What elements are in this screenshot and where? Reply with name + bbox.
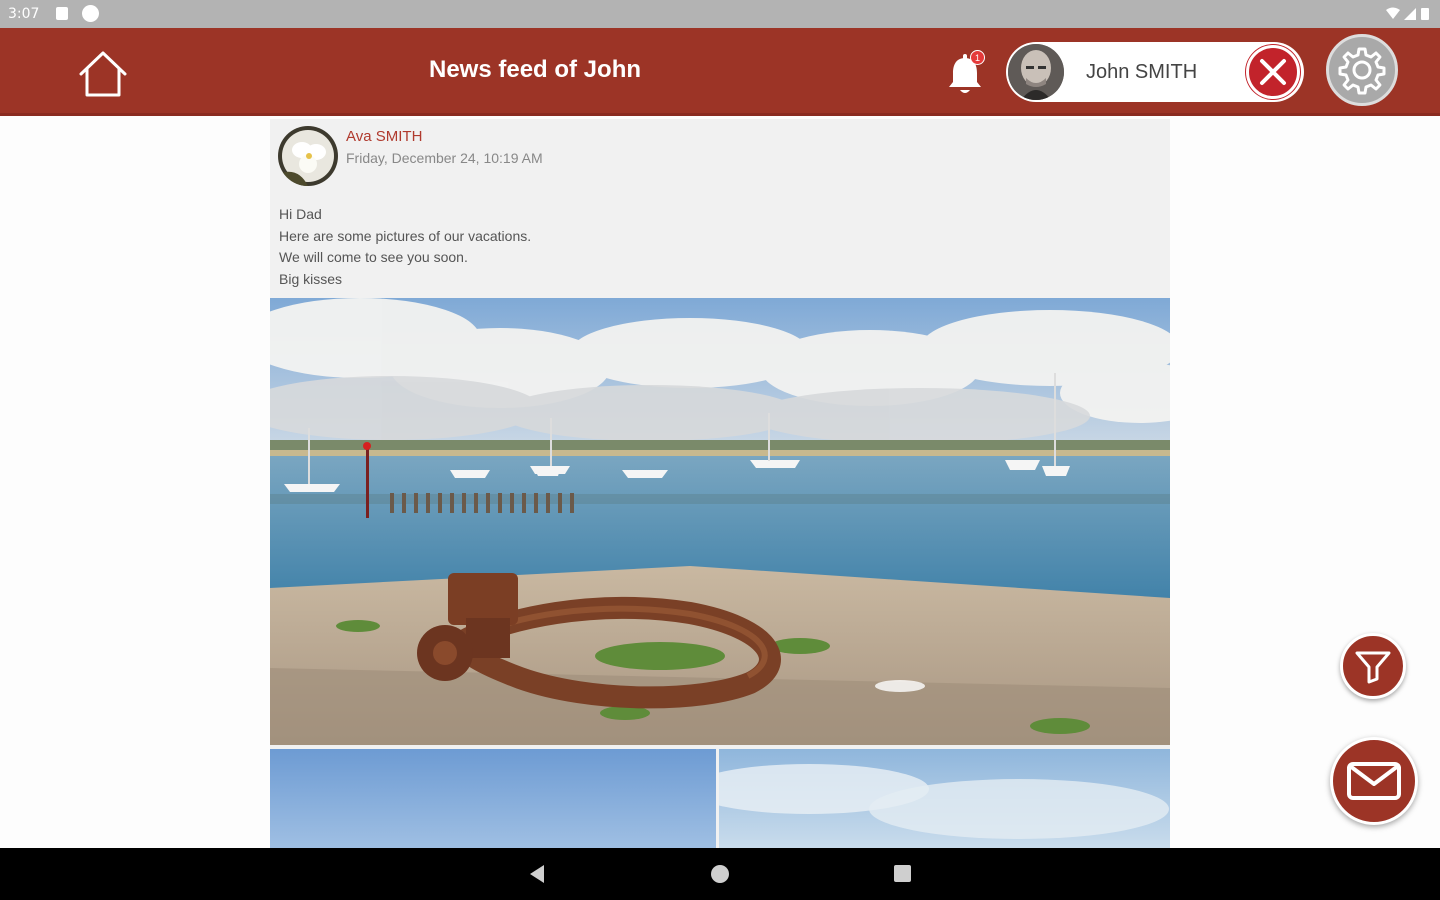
post-line: Hi Dad bbox=[279, 206, 322, 222]
user-name: John SMITH bbox=[1086, 61, 1198, 83]
system-status-icons bbox=[1386, 7, 1429, 20]
post-line: Big kisses bbox=[279, 271, 343, 288]
close-icon bbox=[1260, 59, 1286, 85]
notification-app-icon bbox=[56, 7, 68, 20]
page-title: News feed of John bbox=[428, 56, 642, 83]
notification-app-icon-2 bbox=[82, 5, 99, 22]
post-photo-2[interactable] bbox=[270, 749, 716, 848]
status-time: 3:07 bbox=[8, 6, 40, 22]
post-photo-3[interactable] bbox=[719, 749, 1170, 848]
home-icon bbox=[79, 51, 127, 97]
status-bar: 3:07 bbox=[0, 0, 1440, 28]
compose-message-button[interactable] bbox=[1330, 737, 1418, 825]
gear-icon bbox=[1338, 47, 1386, 95]
post-message: Hi Dad Here are some pictures of our vac… bbox=[279, 204, 531, 291]
mail-icon bbox=[1347, 762, 1401, 800]
author-avatar[interactable] bbox=[278, 126, 338, 186]
filter-icon bbox=[1355, 651, 1391, 684]
settings-button[interactable] bbox=[1326, 34, 1398, 106]
nav-home-icon[interactable] bbox=[711, 865, 729, 883]
notification-badge: 1 bbox=[970, 50, 985, 65]
recent-apps-icon[interactable] bbox=[894, 865, 911, 882]
filter-button[interactable] bbox=[1340, 633, 1406, 699]
back-icon[interactable] bbox=[528, 864, 546, 884]
post-photo-main[interactable] bbox=[270, 298, 1170, 745]
post-timestamp: Friday, December 24, 10:19 AM bbox=[346, 150, 543, 166]
user-avatar bbox=[1008, 44, 1064, 100]
notifications-button[interactable]: 1 bbox=[944, 50, 986, 98]
post-line: We will come to see you soon. bbox=[279, 249, 468, 266]
app-header: News feed of John 1 John SMITH bbox=[0, 28, 1440, 116]
home-button[interactable] bbox=[76, 48, 130, 100]
current-user-pill: John SMITH bbox=[1006, 42, 1304, 102]
system-nav-bar bbox=[0, 848, 1440, 900]
close-user-button[interactable] bbox=[1246, 45, 1300, 99]
feed-post: Ava SMITH Friday, December 24, 10:19 AM … bbox=[270, 119, 1170, 848]
post-author-name[interactable]: Ava SMITH bbox=[346, 128, 422, 145]
post-line: Here are some pictures of our vacations. bbox=[279, 227, 532, 244]
